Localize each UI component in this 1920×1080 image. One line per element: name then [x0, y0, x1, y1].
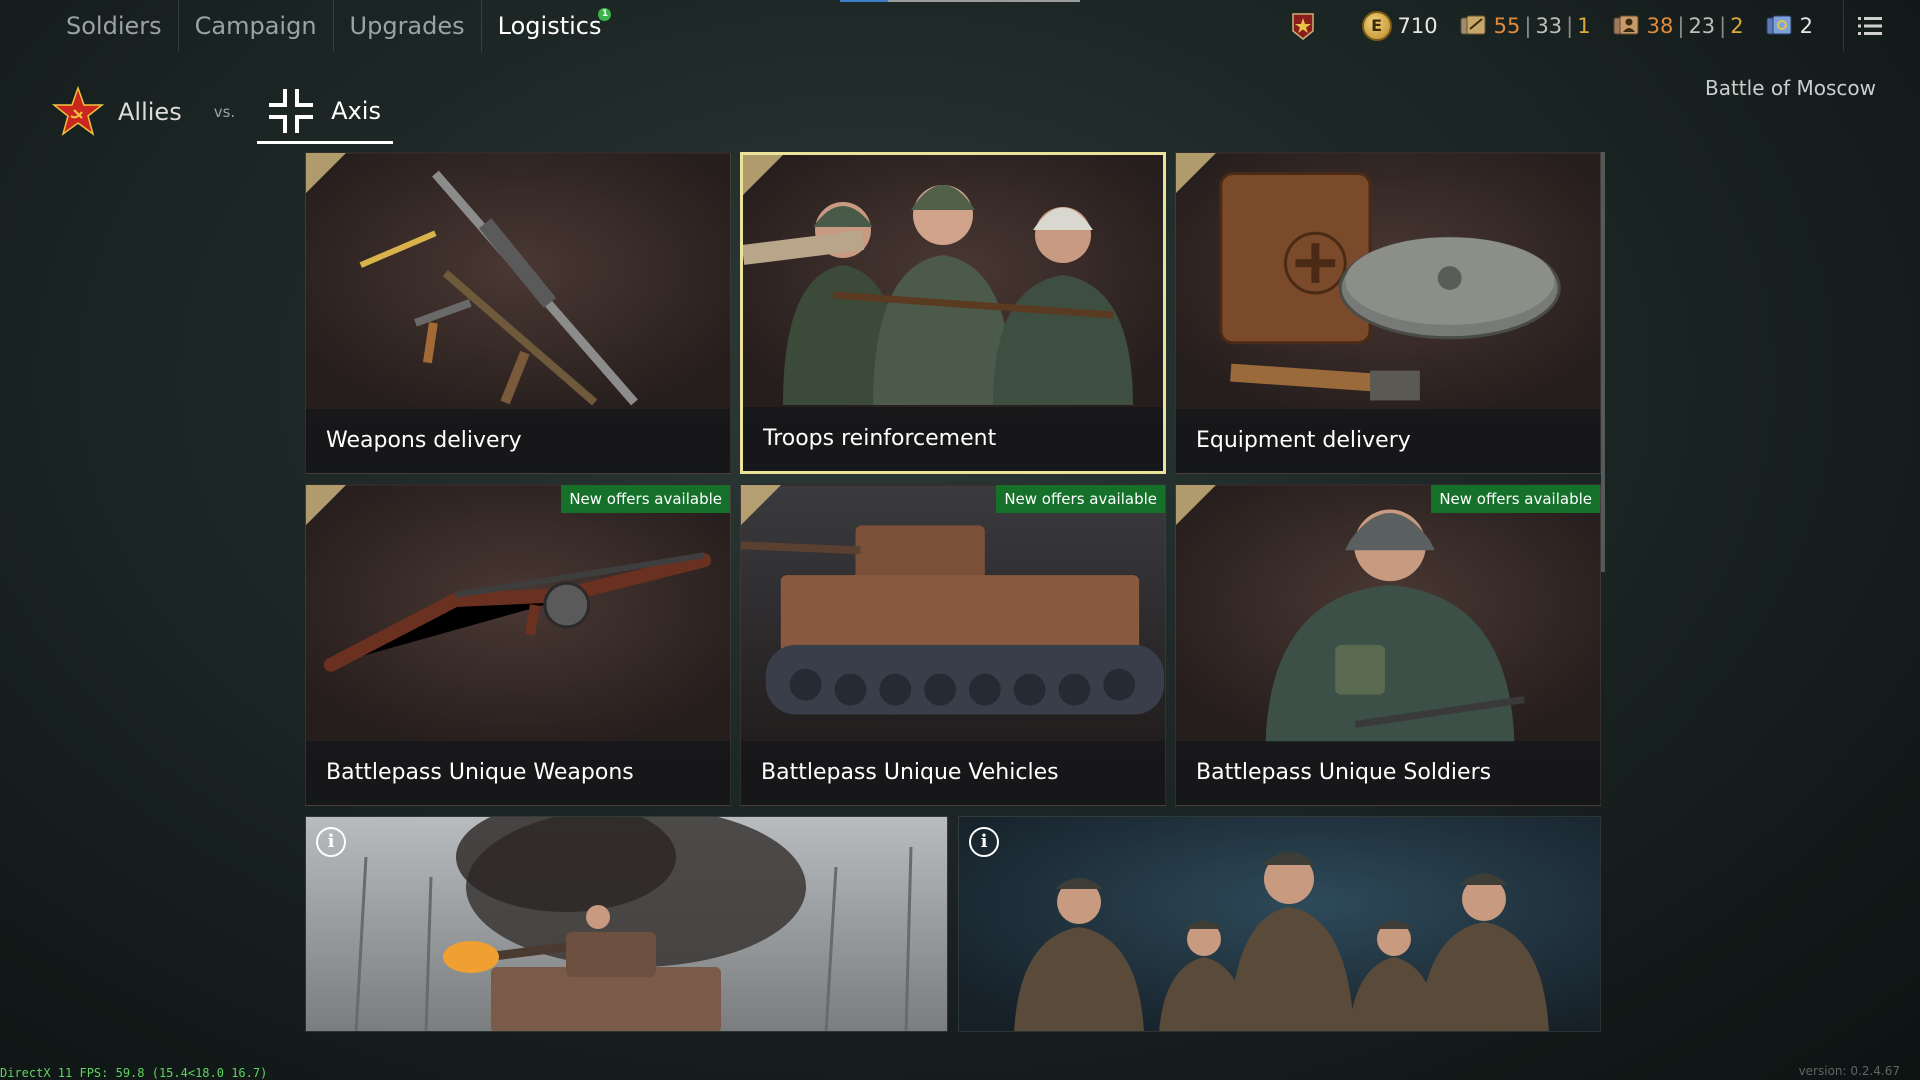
faction-axis-button[interactable]: Axis	[257, 80, 393, 144]
separator: |	[1566, 14, 1574, 38]
tickets-resource[interactable]: 2	[1764, 11, 1813, 41]
gold-resource[interactable]: E 710	[1361, 11, 1438, 41]
soldier-orders-b: 23	[1688, 14, 1716, 38]
campaign-title: Battle of Moscow	[1704, 76, 1876, 100]
card-troops-reinforcement[interactable]: Troops reinforcement	[740, 152, 1166, 474]
separator: |	[1719, 14, 1727, 38]
soviet-star-icon	[52, 86, 104, 136]
tickets-value: 2	[1799, 14, 1813, 38]
battlepass-vehicles-art-image	[741, 485, 1165, 743]
tab-label: Campaign	[194, 12, 317, 40]
main-tabs: Soldiers Campaign Upgrades Logistics 1	[50, 0, 617, 52]
fps-counter: DirectX 11 FPS: 59.8 (15.4<18.0 16.7)	[0, 1066, 268, 1080]
faction-allies-button[interactable]: Allies	[50, 80, 192, 144]
version-label: version: 0.2.4.67	[1798, 1064, 1900, 1078]
card-title: Battlepass Unique Vehicles	[741, 741, 1165, 805]
info-icon[interactable]: i	[969, 827, 999, 857]
axis-cross-icon	[269, 88, 314, 133]
notification-badge: 1	[598, 8, 612, 21]
promo-banner-tank[interactable]: i	[305, 816, 948, 1032]
card-title: Battlepass Unique Soldiers	[1176, 741, 1600, 805]
weapon-orders-b: 33	[1535, 14, 1563, 38]
list-menu-icon	[1857, 17, 1882, 35]
weapon-orders-resource[interactable]: 55 | 33 | 1	[1458, 11, 1591, 41]
faction-allies-label: Allies	[118, 98, 182, 126]
tab-label: Upgrades	[349, 12, 465, 40]
card-corner-marker	[1176, 485, 1216, 525]
versus-label: vs.	[213, 103, 236, 121]
gold-value: 710	[1397, 14, 1438, 38]
officers-art-image	[959, 817, 1600, 1031]
card-corner-marker	[743, 155, 783, 195]
weapon-orders-a: 55	[1493, 14, 1521, 38]
soldier-orders-a: 38	[1646, 14, 1674, 38]
resources-bar: E 710 55 | 33 | 1 38 | 23 | 2 2	[1288, 0, 1920, 52]
tab-upgrades[interactable]: Upgrades	[334, 0, 482, 52]
separator: |	[1677, 14, 1685, 38]
new-offers-badge: New offers available	[561, 485, 730, 513]
card-corner-marker	[306, 153, 346, 193]
top-progress-track	[840, 0, 1080, 2]
tab-label: Logistics	[497, 12, 602, 40]
new-offers-badge: New offers available	[1431, 485, 1600, 513]
card-title: Battlepass Unique Weapons	[306, 741, 730, 805]
card-title: Troops reinforcement	[743, 407, 1163, 471]
weapons-art-image	[306, 153, 730, 411]
equipment-art-image	[1176, 153, 1600, 411]
card-battlepass-weapons[interactable]: New offers available Battlepass Unique W…	[305, 484, 731, 806]
card-equipment-delivery[interactable]: Equipment delivery	[1175, 152, 1601, 474]
battlepass-soldiers-art-image	[1176, 485, 1600, 743]
card-title: Weapons delivery	[306, 409, 730, 473]
top-bar: Soldiers Campaign Upgrades Logistics 1 E…	[0, 0, 1920, 52]
soldier-orders-resource[interactable]: 38 | 23 | 2	[1611, 11, 1744, 41]
promo-banner-officers[interactable]: i	[958, 816, 1601, 1032]
weapon-orders-icon	[1460, 15, 1486, 35]
gold-coin-icon: E	[1361, 11, 1392, 41]
separator: |	[1524, 14, 1532, 38]
faction-selector: Allies vs. Axis	[50, 80, 393, 144]
card-corner-marker	[306, 485, 346, 525]
card-battlepass-soldiers[interactable]: New offers available Battlepass Unique S…	[1175, 484, 1601, 806]
faction-axis-label: Axis	[331, 96, 381, 125]
card-corner-marker	[741, 485, 781, 525]
tickets-icon	[1766, 15, 1792, 35]
soldier-orders-icon	[1613, 15, 1639, 35]
tank-battle-art-image	[306, 817, 947, 1031]
card-battlepass-vehicles[interactable]: New offers available Battlepass Unique V…	[740, 484, 1166, 806]
card-title: Equipment delivery	[1176, 409, 1600, 473]
new-offers-badge: New offers available	[996, 485, 1165, 513]
battlepass-weapons-art-image	[306, 485, 730, 743]
tab-label: Soldiers	[66, 12, 162, 40]
troops-art-image	[743, 155, 1163, 413]
top-progress-accent	[840, 0, 888, 2]
rank-star-icon[interactable]	[1288, 11, 1318, 41]
tab-soldiers[interactable]: Soldiers	[50, 0, 179, 52]
menu-button[interactable]	[1843, 0, 1895, 52]
tab-logistics[interactable]: Logistics 1	[482, 0, 618, 52]
card-weapons-delivery[interactable]: Weapons delivery	[305, 152, 731, 474]
weapon-orders-c: 1	[1577, 14, 1591, 38]
tab-campaign[interactable]: Campaign	[179, 0, 334, 52]
info-icon[interactable]: i	[316, 827, 346, 857]
card-corner-marker	[1176, 153, 1216, 193]
soldier-orders-c: 2	[1730, 14, 1744, 38]
grid-scrollbar[interactable]	[1601, 152, 1605, 572]
